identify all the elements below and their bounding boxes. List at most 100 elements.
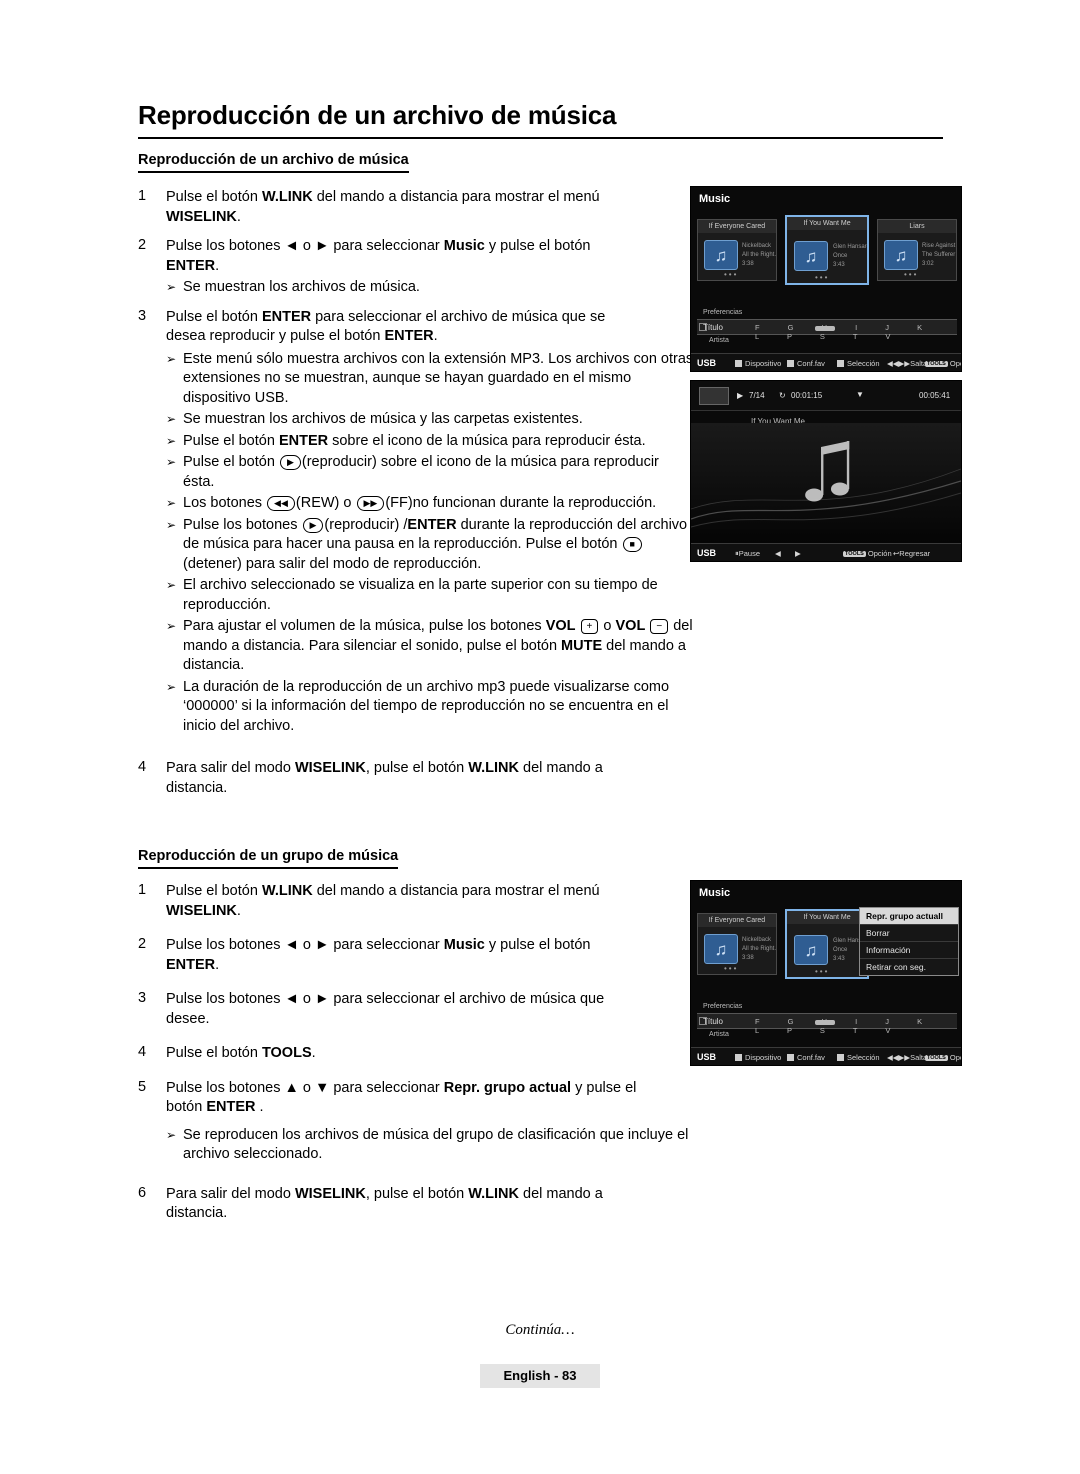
thumbnail-dots: ••• xyxy=(724,964,739,973)
option-action[interactable]: TOOLSOpción xyxy=(925,359,961,368)
sort-bar[interactable]: Título F G H I J K L P S T V xyxy=(697,1013,957,1035)
next-action[interactable]: ▶ xyxy=(795,549,801,558)
bullet-selected-file: ➢ El archivo seleccionado se visualiza e… xyxy=(166,577,658,613)
thumbnail-duration: 3:38 xyxy=(742,955,754,961)
continued-note: Continúa… xyxy=(505,1322,575,1338)
bullet-after-step5: ➢ Se reproducen los archivos de música d… xyxy=(166,1126,689,1163)
arrow-bullet-icon: ➢ xyxy=(166,412,177,426)
screen-title: Music xyxy=(699,887,731,899)
repeat-icon: ↻ xyxy=(779,391,786,400)
option-action[interactable]: TOOLSOpción xyxy=(843,549,892,558)
bottom-bar: USB Dispositivo Conf.fav Selección ◀◀▶▶S… xyxy=(691,1047,961,1065)
screenshot-music-list: Music If Everyone Cared ♫ Nickelback All… xyxy=(690,186,962,372)
step-text: Pulse el botón W.LINK del mando a distan… xyxy=(166,883,600,919)
tools-menu-item-safe-remove[interactable]: Retirar con seg. xyxy=(860,959,958,975)
bullet-mp3-only: ➢ Este menú sólo muestra archivos con la… xyxy=(166,350,694,406)
music-thumbnail-selected[interactable]: If You Want Me ♫ Glen Hansard &... Once … xyxy=(785,909,869,979)
thumbnail-duration: 3:38 xyxy=(742,261,754,267)
total-time: 00:05:41 xyxy=(919,391,951,400)
section1-body: 1 Pulse el botón W.LINK del mando a dist… xyxy=(138,188,694,800)
music-thumbnail[interactable]: If Everyone Cared ♫ Nickelback All the R… xyxy=(697,219,777,281)
thumbnail-dots: ••• xyxy=(815,273,830,282)
config-action[interactable]: Conf.fav xyxy=(787,1053,825,1062)
bullet-duration: ➢ La duración de la reproducción de un a… xyxy=(166,678,670,734)
step-text: Pulse los botones ▲ o ▼ para seleccionar… xyxy=(166,1079,637,1116)
thumbnail-album: Once xyxy=(833,253,848,259)
tools-menu-item-information[interactable]: Información xyxy=(860,942,958,959)
pause-action[interactable]: ⏸Pause xyxy=(735,549,760,559)
green-key-icon xyxy=(787,1054,794,1061)
thumbnail-dots: ••• xyxy=(904,270,919,279)
thumbnail-caption: If Everyone Cared xyxy=(698,220,776,233)
thumbnail-album: All the Right... xyxy=(742,946,777,952)
arrow-bullet-icon: ➢ xyxy=(166,679,177,694)
screenshot-music-tools: Music If Everyone Cared ♫ Nickelback All… xyxy=(690,880,962,1066)
elapsed-time: 00:01:15 xyxy=(791,391,823,400)
step-3: 3 Pulse los botones ◄ o ► para seleccion… xyxy=(138,990,694,1029)
tools-menu[interactable]: Repr. grupo actuall Borrar Información R… xyxy=(859,907,959,976)
device-action[interactable]: Dispositivo xyxy=(735,1053,781,1062)
arrow-bullet-icon: ➢ xyxy=(166,351,177,366)
step-5: 5 Pulse los botones ▲ o ▼ para seleccion… xyxy=(138,1079,694,1118)
tools-chip: TOOLS xyxy=(843,551,866,557)
bullet-volume: ➢ Para ajustar el volumen de la música, … xyxy=(166,618,693,673)
arrow-bullet-icon: ➢ xyxy=(166,280,177,294)
select-action[interactable]: Selección xyxy=(837,359,880,368)
red-key-icon xyxy=(735,360,742,367)
bottom-bar: USB Dispositivo Conf.fav Selección ◀◀▶▶S… xyxy=(691,353,961,371)
yellow-key-icon xyxy=(837,360,844,367)
select-action[interactable]: Selección xyxy=(837,1053,880,1062)
back-action[interactable]: ↩Regresar xyxy=(893,549,930,558)
source-label: USB xyxy=(697,548,717,558)
rewind-key-icon: ◀◀ xyxy=(267,496,295,511)
thumbnail-artist: Rise Against xyxy=(922,243,956,249)
step-text: Pulse los botones ◄ o ► para seleccionar… xyxy=(166,991,605,1027)
thumbnail-artist: Glen Hansard &... xyxy=(833,244,869,250)
section2-body: 1 Pulse el botón W.LINK del mando a dist… xyxy=(138,882,694,1226)
screenshot-music-player: ▶ 7/14 ↻ 00:01:15 ▼ 00:05:41 If You Want… xyxy=(690,380,962,562)
bullet-after-step2: ➢ Se muestran los archivos de música. xyxy=(166,278,694,298)
music-thumbnail[interactable]: If Everyone Cared ♫ Nickelback All the R… xyxy=(697,913,777,975)
prev-action[interactable]: ◀ xyxy=(775,549,781,558)
tools-chip: TOOLS xyxy=(925,361,948,367)
yellow-key-icon xyxy=(837,1054,844,1061)
tools-menu-item-play-group[interactable]: Repr. grupo actuall xyxy=(860,908,958,925)
green-key-icon xyxy=(787,360,794,367)
section2-heading: Reproducción de un grupo de música xyxy=(138,848,399,869)
music-note-icon: ♫ xyxy=(884,240,918,270)
stop-key-icon: ■ xyxy=(622,537,642,552)
tools-chip: TOOLS xyxy=(925,1055,948,1061)
thumbnail-duration: 3:43 xyxy=(833,956,845,962)
thumbnail-artist: Nickelback xyxy=(742,937,772,943)
music-note-icon: ♫ xyxy=(794,935,828,965)
preferences-label: Preferencias xyxy=(703,309,743,316)
sort-highlight xyxy=(815,326,835,331)
tools-menu-item-delete[interactable]: Borrar xyxy=(860,925,958,942)
step-1: 1 Pulse el botón W.LINK del mando a dist… xyxy=(138,882,694,921)
sort-highlight xyxy=(815,1020,835,1025)
jump-action[interactable]: ◀◀▶▶Saltar xyxy=(887,359,930,368)
bottom-bar: USB ⏸Pause ◀ ▶ TOOLS Opción ↩Regresar xyxy=(691,543,961,561)
page-title: Reproducción de un archivo de música xyxy=(138,100,617,130)
step-6: 6 Para salir del modo WISELINK, pulse el… xyxy=(138,1185,694,1224)
sort-letters: F G H I J K L P S T V xyxy=(755,323,936,341)
album-art xyxy=(699,387,729,405)
device-action[interactable]: Dispositivo xyxy=(735,359,781,368)
music-note-icon: ♫ xyxy=(704,240,738,270)
music-thumbnail-selected[interactable]: If You Want Me ♫ Glen Hansard &... Once … xyxy=(785,215,869,285)
preferences-label: Preferencias xyxy=(703,1003,743,1010)
config-action[interactable]: Conf.fav xyxy=(787,359,825,368)
step-number: 4 xyxy=(138,759,147,775)
option-action[interactable]: TOOLSOpción xyxy=(925,1053,961,1062)
track-index: 7/14 xyxy=(749,391,765,400)
step-text: Pulse los botones ◄ o ► para seleccionar… xyxy=(166,238,591,274)
thumbnail-caption: If You Want Me xyxy=(787,217,867,230)
step-1: 1 Pulse el botón W.LINK del mando a dist… xyxy=(138,188,694,227)
step-number: 3 xyxy=(138,990,147,1006)
play-state-icon: ▶ xyxy=(737,391,744,400)
thumbnail-caption: Liars xyxy=(878,220,956,233)
jump-action[interactable]: ◀◀▶▶Saltar xyxy=(887,1053,930,1062)
sort-bar[interactable]: Título F G H I J K L P S T V xyxy=(697,319,957,341)
step-text: Pulse el botón TOOLS. xyxy=(166,1045,316,1061)
music-thumbnail[interactable]: Liars ♫ Rise Against The Sufferer &... 3… xyxy=(877,219,957,281)
